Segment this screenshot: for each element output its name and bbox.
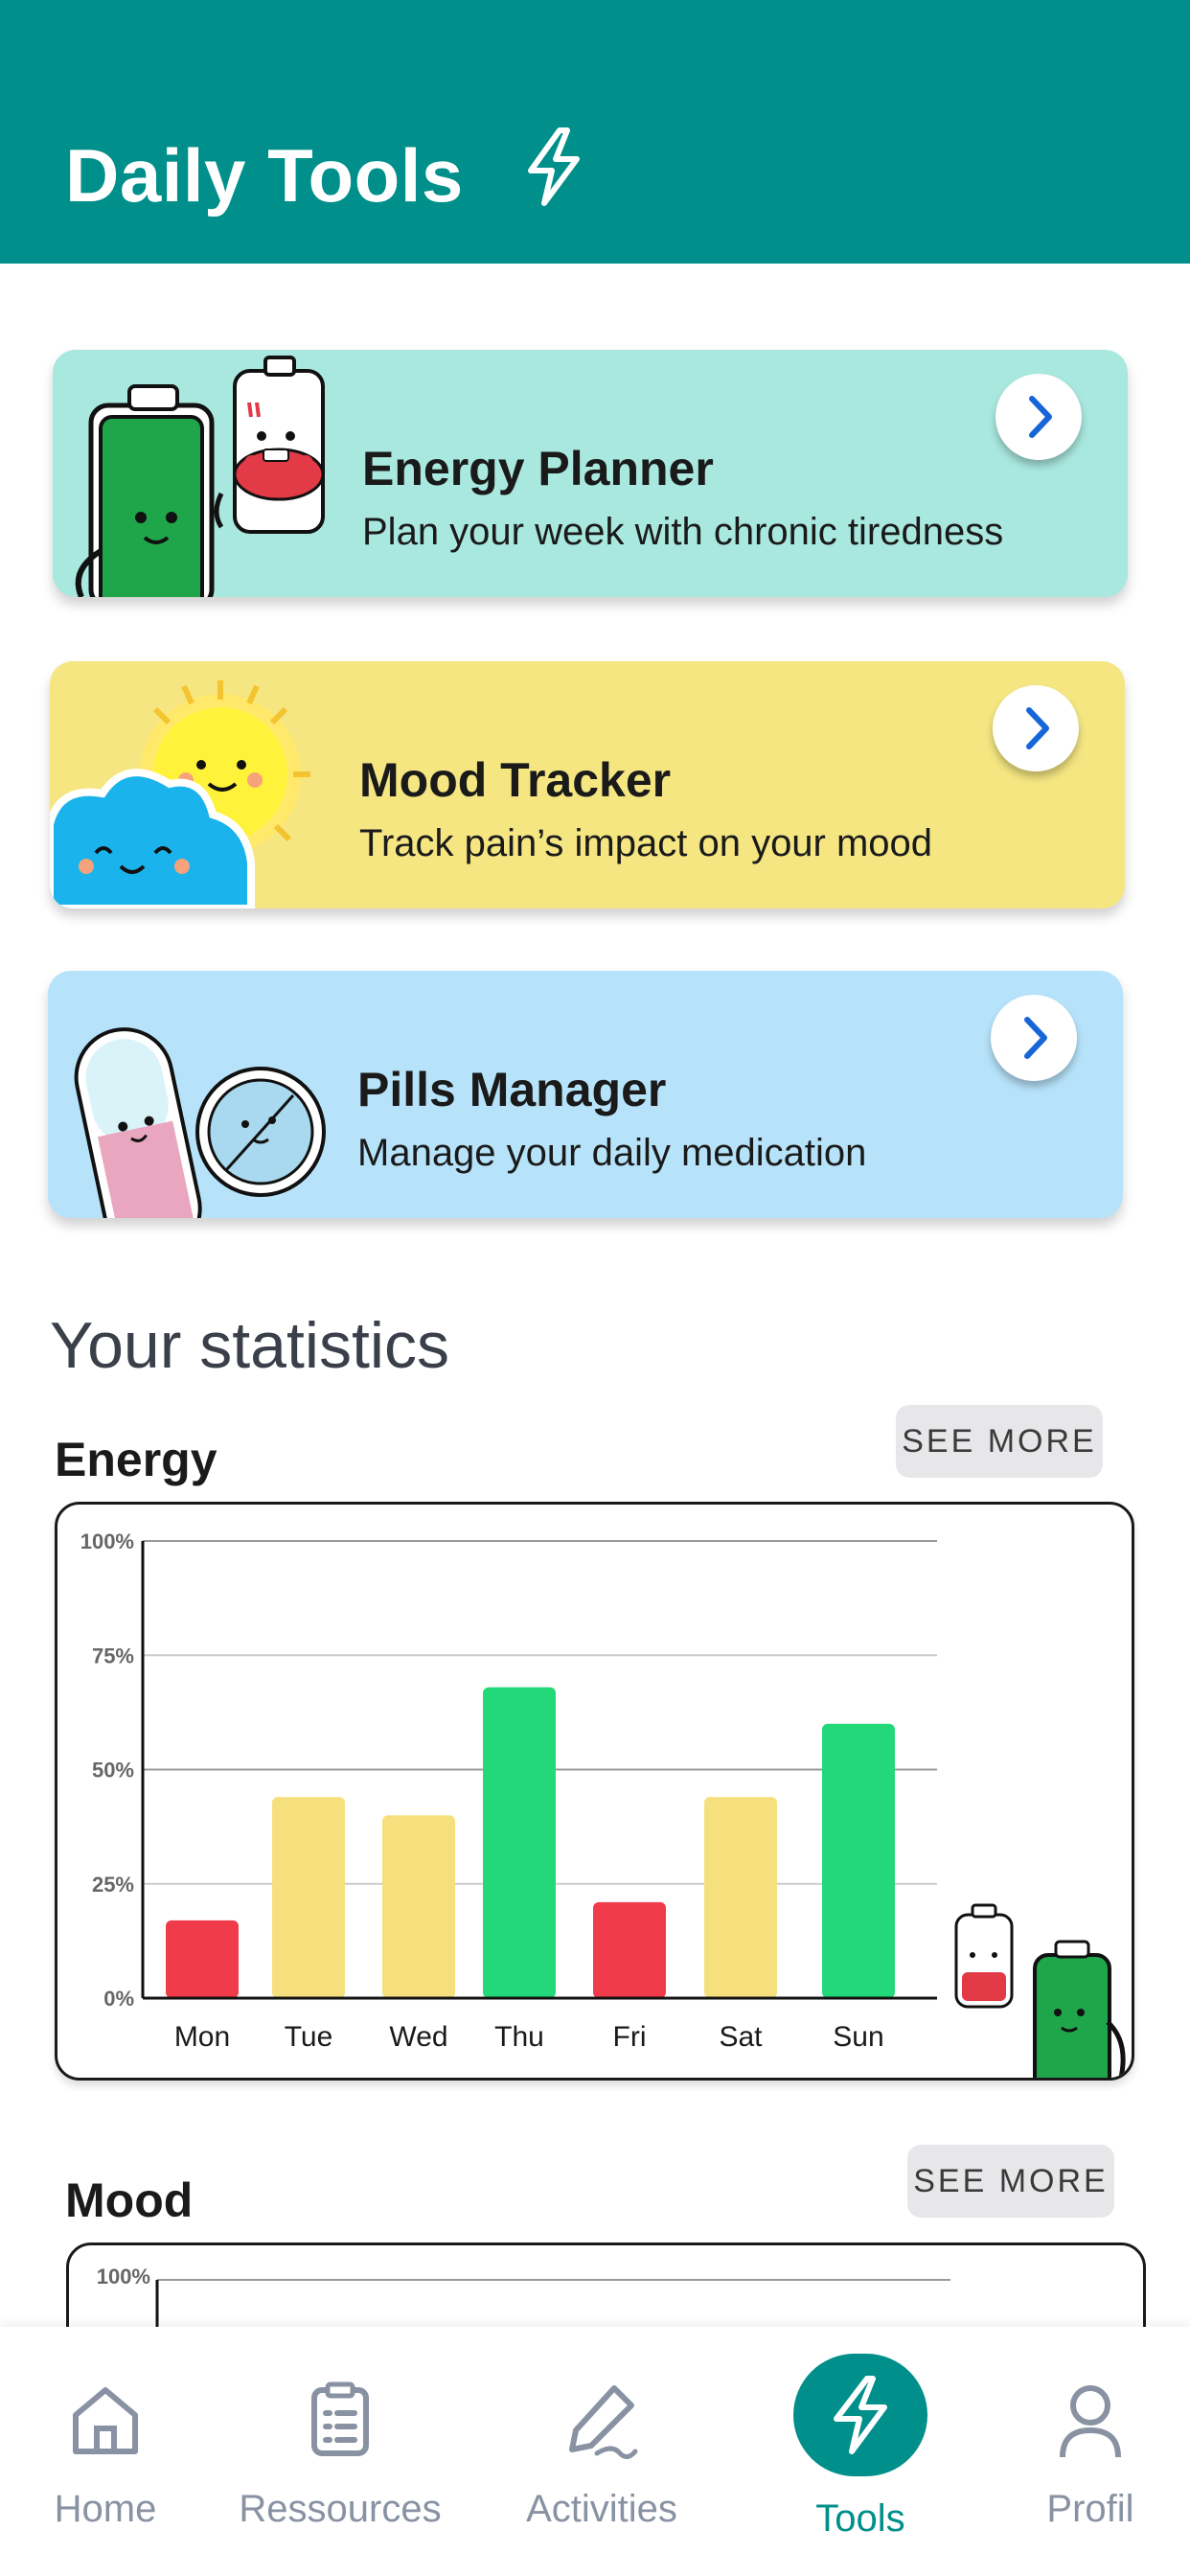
nav-label: Home bbox=[54, 2488, 157, 2530]
card-subtitle: Manage your daily medication bbox=[357, 1132, 867, 1174]
clipboard-icon bbox=[311, 2381, 369, 2456]
bottom-nav: Home Ressources Activities Tools Profil bbox=[0, 2327, 1190, 2576]
x-tick-label: Thu bbox=[494, 2021, 544, 2053]
bar-thu bbox=[483, 1687, 556, 1998]
energy-chart: 0% 25% 50% 75% 100% Mon Tue Wed Thu Fri Sat Sun bbox=[55, 1502, 1134, 2081]
bar-fri bbox=[593, 1901, 666, 1998]
energy-see-more-button[interactable]: SEE MORE bbox=[896, 1405, 1103, 1478]
mood-tracker-card[interactable]: Mood Tracker Track pain’s impact on your… bbox=[50, 661, 1125, 908]
x-tick-label: Fri bbox=[613, 2021, 647, 2053]
home-icon bbox=[73, 2387, 138, 2454]
statistics-heading: Your statistics bbox=[50, 1309, 449, 1382]
mood-see-more-button[interactable]: SEE MORE bbox=[907, 2145, 1114, 2218]
bar-mon bbox=[166, 1920, 239, 1998]
y-tick-label: 25% bbox=[92, 1873, 134, 1897]
nav-item-profil[interactable]: Profil bbox=[985, 2327, 1190, 2576]
x-tick-label: Mon bbox=[174, 2021, 230, 2053]
y-tick-label: 100% bbox=[80, 1530, 134, 1553]
energy-planner-card[interactable]: Energy Planner Plan your week with chron… bbox=[53, 350, 1128, 597]
user-icon bbox=[1060, 2385, 1121, 2458]
y-tick-label: 50% bbox=[92, 1759, 134, 1782]
nav-item-activities[interactable]: Activities bbox=[496, 2327, 707, 2576]
x-tick-label: Sat bbox=[719, 2021, 763, 2053]
y-tick-label: 0% bbox=[103, 1987, 134, 2011]
chevron-right-icon[interactable] bbox=[995, 374, 1082, 460]
x-tick-label: Tue bbox=[285, 2021, 333, 2053]
nav-item-ressources[interactable]: Ressources bbox=[235, 2327, 446, 2576]
bolt-icon bbox=[528, 127, 580, 206]
nav-label: Ressources bbox=[239, 2488, 442, 2530]
nav-label: Tools bbox=[815, 2497, 905, 2540]
energy-bar-chart: 0% 25% 50% 75% 100% Mon Tue Wed Thu Fri Sat Sun bbox=[80, 1530, 1126, 2078]
pills-manager-card[interactable]: Pills Manager Manage your daily medicati… bbox=[48, 971, 1123, 1218]
x-tick-label: Wed bbox=[389, 2021, 447, 2053]
card-subtitle: Plan your week with chronic tiredness bbox=[362, 511, 1004, 553]
battery-characters-icon bbox=[75, 356, 325, 597]
sun-cloud-icon bbox=[50, 680, 310, 908]
card-title: Pills Manager bbox=[357, 1063, 667, 1116]
mood-y-tick: 100% bbox=[97, 2265, 150, 2288]
mood-section-title: Mood bbox=[65, 2174, 194, 2227]
page-title: Daily Tools bbox=[65, 133, 464, 218]
nav-item-home[interactable]: Home bbox=[0, 2327, 211, 2576]
bar-sat bbox=[704, 1797, 777, 1998]
nav-item-tools[interactable]: Tools bbox=[755, 2327, 966, 2576]
card-title: Energy Planner bbox=[362, 442, 714, 495]
card-title: Mood Tracker bbox=[359, 753, 672, 807]
battery-mascot-icon bbox=[954, 1903, 1126, 2078]
chevron-right-icon[interactable] bbox=[991, 995, 1077, 1081]
pen-icon bbox=[569, 2385, 638, 2459]
chevron-right-icon[interactable] bbox=[993, 685, 1079, 771]
card-subtitle: Track pain’s impact on your mood bbox=[359, 822, 933, 864]
bolt-icon bbox=[834, 2376, 887, 2454]
nav-label: Activities bbox=[526, 2488, 677, 2530]
y-tick-label: 75% bbox=[92, 1644, 134, 1668]
app-header: Daily Tools bbox=[0, 0, 1190, 264]
nav-label: Profil bbox=[1046, 2488, 1134, 2530]
bar-tue bbox=[272, 1797, 345, 1998]
bar-wed bbox=[382, 1815, 455, 1998]
x-tick-label: Sun bbox=[833, 2021, 883, 2053]
energy-section-title: Energy bbox=[55, 1433, 217, 1486]
bar-sun bbox=[822, 1723, 895, 1998]
pill-characters-icon bbox=[74, 1027, 326, 1218]
